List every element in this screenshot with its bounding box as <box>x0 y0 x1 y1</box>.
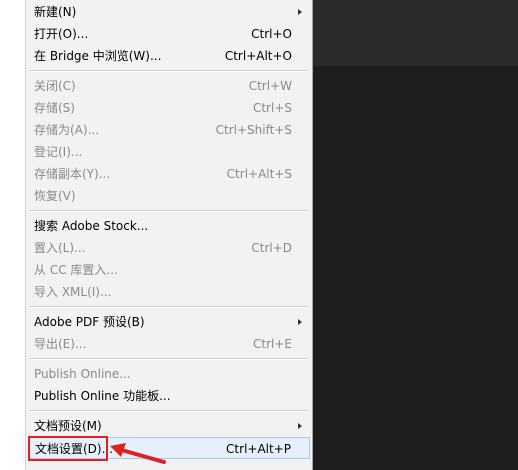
menu-item-save-copy[interactable]: 存储副本(Y)... Ctrl+Alt+S <box>28 163 310 185</box>
menu-item-shortcut: Ctrl+D <box>251 241 292 255</box>
menu-item-label: 从 CC 库置入... <box>34 263 118 277</box>
menu-item-revert[interactable]: 恢复(V) <box>28 185 310 207</box>
submenu-arrow-icon <box>298 9 302 15</box>
menu-item-shortcut: Ctrl+Alt+O <box>224 49 292 63</box>
menu-item-close[interactable]: 关闭(C) Ctrl+W <box>28 75 310 97</box>
menu-item-label: 导出(E)... <box>34 337 87 351</box>
menu-item-document-presets[interactable]: 文档预设(M) <box>28 415 310 437</box>
menu-item-label: Adobe PDF 预设(B) <box>34 315 145 329</box>
menu-item-label: Publish Online 功能板... <box>34 389 171 403</box>
menu-item-label: 打开(O)... <box>34 27 89 41</box>
menu-item-open[interactable]: 打开(O)... Ctrl+O <box>28 23 310 45</box>
menu-item-label: 文档预设(M) <box>34 419 102 433</box>
menu-item-place-from-cc-library[interactable]: 从 CC 库置入... <box>28 259 310 281</box>
menu-item-label: 导入 XML(I)... <box>34 285 112 299</box>
menu-item-label: 在 Bridge 中浏览(W)... <box>34 49 162 63</box>
annotation-arrow-icon <box>110 443 166 464</box>
menu-item-label: 搜索 Adobe Stock... <box>34 219 149 233</box>
menu-item-shortcut: Ctrl+Shift+S <box>215 123 292 137</box>
menu-item-label: 置入(L)... <box>34 241 86 255</box>
menu-item-shortcut: Ctrl+S <box>252 101 292 115</box>
menu-item-label: 存储为(A)... <box>34 123 100 137</box>
menu-item-label: 存储副本(Y)... <box>34 167 111 181</box>
menu-item-label: 新建(N) <box>34 5 77 19</box>
menu-item-shortcut: Ctrl+Alt+S <box>226 167 292 181</box>
menu-item-label: 关闭(C) <box>34 79 76 93</box>
menu-item-save[interactable]: 存储(S) Ctrl+S <box>28 97 310 119</box>
menu-item-save-as[interactable]: 存储为(A)... Ctrl+Shift+S <box>28 119 310 141</box>
submenu-arrow-icon <box>298 319 302 325</box>
file-menu: 新建(N) 打开(O)... Ctrl+O 在 Bridge 中浏览(W)...… <box>25 0 313 470</box>
menu-item-publish-online-dashboard[interactable]: Publish Online 功能板... <box>28 385 310 407</box>
menu-item-publish-online[interactable]: Publish Online... <box>28 363 310 385</box>
menu-item-label: 恢复(V) <box>34 189 76 203</box>
menu-separator <box>30 70 308 72</box>
menu-item-adobe-pdf-presets[interactable]: Adobe PDF 预设(B) <box>28 311 310 333</box>
menu-item-label: 存储(S) <box>34 101 75 115</box>
app-canvas-area <box>313 66 518 470</box>
menu-item-check-in[interactable]: 登记(I)... <box>28 141 310 163</box>
menu-item-import-xml[interactable]: 导入 XML(I)... <box>28 281 310 303</box>
menu-item-place[interactable]: 置入(L)... Ctrl+D <box>28 237 310 259</box>
menu-separator <box>30 410 308 412</box>
menu-item-shortcut: Ctrl+W <box>248 79 292 93</box>
menu-separator <box>30 358 308 360</box>
app-toolbar-area <box>313 0 518 66</box>
menu-item-shortcut: Ctrl+O <box>251 27 292 41</box>
menu-item-search-adobe-stock[interactable]: 搜索 Adobe Stock... <box>28 215 310 237</box>
submenu-arrow-icon <box>298 423 302 429</box>
menu-item-label: Publish Online... <box>34 367 131 381</box>
menu-item-browse-in-bridge[interactable]: 在 Bridge 中浏览(W)... Ctrl+Alt+O <box>28 45 310 67</box>
menu-item-new[interactable]: 新建(N) <box>28 1 310 23</box>
menu-item-label: 登记(I)... <box>34 145 83 159</box>
menu-separator <box>30 210 308 212</box>
menu-item-shortcut: Ctrl+Alt+P <box>226 442 291 456</box>
menu-item-export[interactable]: 导出(E)... Ctrl+E <box>28 333 310 355</box>
menu-separator <box>30 306 308 308</box>
menu-item-shortcut: Ctrl+E <box>253 337 292 351</box>
annotation-highlight-box <box>28 436 108 461</box>
